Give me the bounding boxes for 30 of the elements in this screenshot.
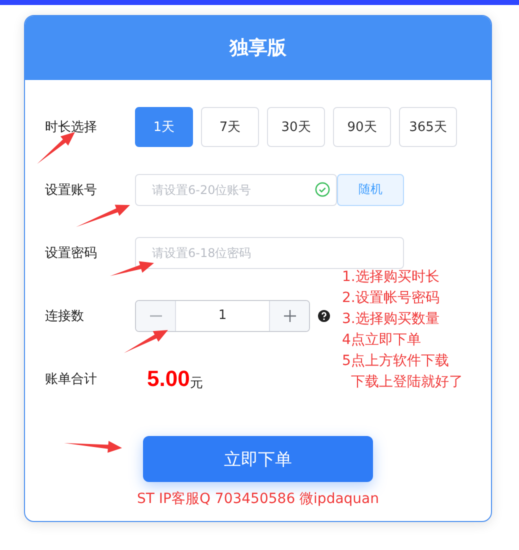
password-field[interactable]: 请设置6-18位密码: [135, 236, 404, 268]
arrow-icon: [108, 261, 156, 278]
duration-option[interactable]: 7天: [201, 106, 259, 146]
plus-button[interactable]: [269, 300, 309, 330]
duration-option[interactable]: 365天: [399, 106, 457, 146]
field-label: 设置密码: [45, 244, 98, 262]
instruction-text: 下载上登陆就好了: [350, 373, 463, 392]
instruction-text: 2.设置帐号密码: [342, 289, 440, 308]
arrow-icon: [122, 328, 170, 355]
contact-text: ST IP客服Q 703450586 微ipdaquan: [137, 490, 379, 508]
order-button[interactable]: 立即下单: [143, 436, 373, 482]
field-label: 设置账号: [45, 182, 98, 198]
instruction-text: 3.选择购买数量: [342, 310, 440, 329]
account-field[interactable]: 请设置6-20位账号: [135, 174, 337, 206]
instruction-text: 1.选择购买时长: [342, 268, 440, 287]
quantity-stepper[interactable]: 1: [135, 300, 310, 332]
check-icon: [315, 182, 330, 197]
instruction-text: 4点立即下单: [342, 331, 422, 350]
field-label: 时长选择: [45, 118, 98, 136]
help-icon[interactable]: [318, 310, 330, 322]
field-label: 连接数: [45, 308, 85, 324]
minus-button[interactable]: [136, 300, 176, 330]
duration-option[interactable]: 90天: [333, 106, 391, 146]
duration-option[interactable]: 30天: [267, 106, 325, 146]
card-header: 独享版: [25, 16, 491, 80]
currency-unit: 元: [190, 375, 203, 392]
instruction-text: 5点上方软件下载: [342, 352, 450, 371]
field-label: 账单合计: [45, 370, 98, 388]
total-amount: 5.00: [147, 366, 190, 392]
plus-icon: [284, 310, 296, 322]
